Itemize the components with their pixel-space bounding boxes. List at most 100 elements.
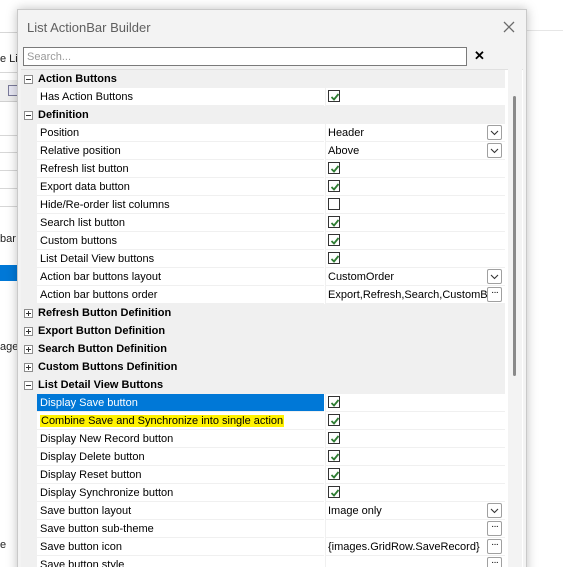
expand-icon[interactable]: [24, 309, 33, 318]
custom-buttons-checkbox[interactable]: [328, 234, 340, 246]
property-value-cell[interactable]: [325, 178, 505, 196]
property-value-cell[interactable]: [325, 250, 505, 268]
property-name-cell[interactable]: Action bar buttons order: [37, 286, 324, 304]
hide-re-order-list-columns-checkbox[interactable]: [328, 198, 340, 210]
search-list-button-checkbox[interactable]: [328, 216, 340, 228]
property-name-cell[interactable]: Display New Record button: [37, 430, 324, 448]
dropdown-button[interactable]: [487, 143, 502, 158]
dropdown-button[interactable]: [487, 269, 502, 284]
property-value-cell[interactable]: [325, 196, 505, 214]
display-synchronize-button-checkbox[interactable]: [328, 486, 340, 498]
property-hide-re-order-list-columns[interactable]: Hide/Re-order list columns: [21, 196, 505, 214]
clear-search-icon[interactable]: ✕: [474, 49, 485, 63]
property-value-cell[interactable]: [325, 88, 505, 106]
property-value-cell[interactable]: [325, 412, 505, 430]
category-export-button-definition[interactable]: Export Button Definition: [21, 322, 505, 340]
background-selected-row[interactable]: [0, 265, 17, 281]
property-name-cell[interactable]: Display Delete button: [37, 448, 324, 466]
display-delete-button-checkbox[interactable]: [328, 450, 340, 462]
collapse-icon[interactable]: [24, 111, 33, 120]
collapse-icon[interactable]: [24, 75, 33, 84]
category-search-button-definition[interactable]: Search Button Definition: [21, 340, 505, 358]
property-value-cell[interactable]: CustomOrder: [325, 268, 505, 286]
ellipsis-button[interactable]: ···: [487, 521, 502, 536]
property-name-cell[interactable]: Save button sub-theme: [37, 520, 324, 538]
property-name-cell[interactable]: Save button style: [37, 556, 324, 567]
property-name-cell[interactable]: Refresh list button: [37, 160, 324, 178]
property-value-cell[interactable]: [325, 448, 505, 466]
property-has-action-buttons[interactable]: Has Action Buttons: [21, 88, 505, 106]
display-save-button-checkbox[interactable]: [328, 396, 340, 408]
property-name-cell[interactable]: Search list button: [37, 214, 324, 232]
property-custom-buttons[interactable]: Custom buttons: [21, 232, 505, 250]
export-data-button-checkbox[interactable]: [328, 180, 340, 192]
category-custom-buttons-definition[interactable]: Custom Buttons Definition: [21, 358, 505, 376]
property-name-cell[interactable]: Position: [37, 124, 324, 142]
property-name-cell[interactable]: List Detail View buttons: [37, 250, 324, 268]
expand-icon[interactable]: [24, 345, 33, 354]
property-value-cell[interactable]: Header: [325, 124, 505, 142]
search-input[interactable]: [23, 47, 467, 66]
property-value-cell[interactable]: [325, 214, 505, 232]
property-display-reset-button[interactable]: Display Reset button: [21, 466, 505, 484]
property-list-detail-view-buttons[interactable]: List Detail View buttons: [21, 250, 505, 268]
property-combine-save-and-synchronize-into-single-action[interactable]: Combine Save and Synchronize into single…: [21, 412, 505, 430]
property-name-cell[interactable]: Save button icon: [37, 538, 324, 556]
dropdown-button[interactable]: [487, 503, 502, 518]
property-value-cell[interactable]: Above: [325, 142, 505, 160]
category-definition[interactable]: Definition: [21, 106, 505, 124]
has-action-buttons-checkbox[interactable]: [328, 90, 340, 102]
property-name-cell[interactable]: Export data button: [37, 178, 324, 196]
property-export-data-button[interactable]: Export data button: [21, 178, 505, 196]
display-reset-button-checkbox[interactable]: [328, 468, 340, 480]
property-position[interactable]: Position Header: [21, 124, 505, 142]
refresh-list-button-checkbox[interactable]: [328, 162, 340, 174]
expand-icon[interactable]: [24, 327, 33, 336]
property-value-cell[interactable]: [325, 466, 505, 484]
expand-icon[interactable]: [24, 363, 33, 372]
dialog-titlebar[interactable]: List ActionBar Builder: [18, 10, 526, 44]
property-name-cell[interactable]: Display Reset button: [37, 466, 324, 484]
property-name-cell[interactable]: Relative position: [37, 142, 324, 160]
property-display-synchronize-button[interactable]: Display Synchronize button: [21, 484, 505, 502]
category-action-buttons[interactable]: Action Buttons: [21, 70, 505, 88]
property-refresh-list-button[interactable]: Refresh list button: [21, 160, 505, 178]
property-name-cell[interactable]: Hide/Re-order list columns: [37, 196, 324, 214]
ellipsis-button[interactable]: ···: [487, 539, 502, 554]
property-value-cell[interactable]: Image only: [325, 502, 505, 520]
vertical-scrollbar[interactable]: [508, 69, 522, 567]
property-display-save-button[interactable]: Display Save button: [21, 394, 505, 412]
property-search-list-button[interactable]: Search list button: [21, 214, 505, 232]
close-button[interactable]: [498, 16, 520, 38]
category-refresh-button-definition[interactable]: Refresh Button Definition: [21, 304, 505, 322]
category-list-detail-view-buttons[interactable]: List Detail View Buttons: [21, 376, 505, 394]
property-name-cell[interactable]: Custom buttons: [37, 232, 324, 250]
property-value-cell[interactable]: [325, 160, 505, 178]
property-display-new-record-button[interactable]: Display New Record button: [21, 430, 505, 448]
property-save-button-icon[interactable]: Save button icon {images.GridRow.SaveReco…: [21, 538, 505, 556]
property-value-cell[interactable]: [325, 232, 505, 250]
property-display-delete-button[interactable]: Display Delete button: [21, 448, 505, 466]
property-value-cell[interactable]: ···: [325, 520, 505, 538]
collapse-icon[interactable]: [24, 381, 33, 390]
property-action-bar-buttons-layout[interactable]: Action bar buttons layout CustomOrder: [21, 268, 505, 286]
dropdown-button[interactable]: [487, 125, 502, 140]
combine-save-and-synchronize-into-single-action-checkbox[interactable]: [328, 414, 340, 426]
property-value-cell[interactable]: {images.GridRow.SaveRecord} ···: [325, 538, 505, 556]
display-new-record-button-checkbox[interactable]: [328, 432, 340, 444]
property-name-cell[interactable]: Save button layout: [37, 502, 324, 520]
property-name-cell[interactable]: Action bar buttons layout: [37, 268, 324, 286]
property-value-cell[interactable]: [325, 484, 505, 502]
property-action-bar-buttons-order[interactable]: Action bar buttons order Export,Refresh,S…: [21, 286, 505, 304]
property-save-button-layout[interactable]: Save button layout Image only: [21, 502, 505, 520]
property-name-cell[interactable]: Combine Save and Synchronize into single…: [37, 412, 324, 430]
property-value-cell[interactable]: [325, 430, 505, 448]
property-relative-position[interactable]: Relative position Above: [21, 142, 505, 160]
property-name-cell[interactable]: Display Synchronize button: [37, 484, 324, 502]
scrollbar-thumb[interactable]: [513, 96, 516, 376]
list-detail-view-buttons-checkbox[interactable]: [328, 252, 340, 264]
property-value-cell[interactable]: Export,Refresh,Search,CustomButtons···: [325, 286, 505, 304]
property-save-button-sub-theme[interactable]: Save button sub-theme ···: [21, 520, 505, 538]
property-value-cell[interactable]: [325, 394, 505, 412]
ellipsis-button[interactable]: ···: [487, 557, 502, 567]
